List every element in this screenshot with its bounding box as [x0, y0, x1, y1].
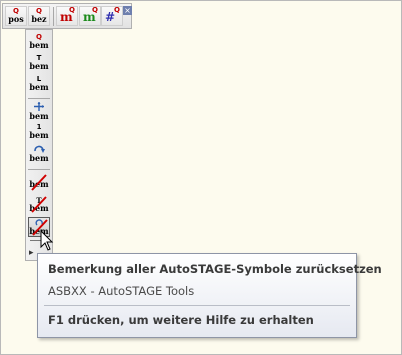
l-bem-bottom: bem [29, 82, 49, 92]
q-m-green-sup: Q [92, 6, 98, 14]
strike-t-icon: T [31, 196, 47, 213]
q-m-red-sup: Q [69, 6, 75, 14]
delete-t-bem-button[interactable]: bem T [28, 195, 50, 215]
tooltip-separator [44, 305, 350, 306]
t-bem-bottom: bem [29, 61, 49, 71]
toolbar-separator [53, 7, 54, 26]
close-icon[interactable]: × [123, 6, 132, 15]
q-bez-bottom: bez [31, 14, 47, 24]
t-bem-button[interactable]: T bem [28, 54, 50, 74]
strike-icon [31, 174, 47, 191]
q-hash-button[interactable]: # Q [101, 6, 123, 26]
one-bem-button[interactable]: 1 bem [28, 123, 50, 143]
toolbar-separator [28, 98, 50, 99]
q-bem-button[interactable]: Q bem [28, 33, 50, 53]
q-pos-bottom: pos [8, 14, 24, 24]
delete-bem-button[interactable]: bem [28, 173, 50, 193]
q-pos-button[interactable]: Q pos [5, 6, 27, 26]
more-icon[interactable]: ▸ [29, 248, 34, 258]
move-bem-bottom: bem [29, 111, 49, 121]
q-m-red-button[interactable]: m Q [56, 6, 78, 26]
l-bem-button[interactable]: L bem [28, 75, 50, 95]
tooltip-help: F1 drücken, um weitere Hilfe zu erhalten [48, 313, 314, 327]
tooltip: Bemerkung aller AutoSTAGE-Symbole zurück… [37, 253, 382, 338]
tooltip-subtitle: ASBXX - AutoSTAGE Tools [48, 284, 195, 298]
rotate-bem-button[interactable]: bem [28, 144, 50, 164]
one-bem-bottom: bem [29, 130, 49, 140]
q-m-green-button[interactable]: m Q [79, 6, 101, 26]
q-bez-button[interactable]: Q bez [28, 6, 50, 26]
toolbar-separator [28, 169, 50, 170]
tooltip-title: Bemerkung aller AutoSTAGE-Symbole zurück… [48, 262, 382, 276]
mouse-cursor-icon [40, 230, 54, 251]
rotate-bem-bottom: bem [29, 153, 49, 163]
top-toolbar: Q pos Q bez m Q m Q # Q × [2, 3, 132, 29]
q-hash-sup: Q [114, 6, 120, 14]
side-toolbar: Q bem T bem L bem bem 1 bem bem bem bem [25, 29, 53, 261]
move-bem-button[interactable]: bem [28, 102, 50, 122]
q-bem-bottom: bem [29, 40, 49, 50]
